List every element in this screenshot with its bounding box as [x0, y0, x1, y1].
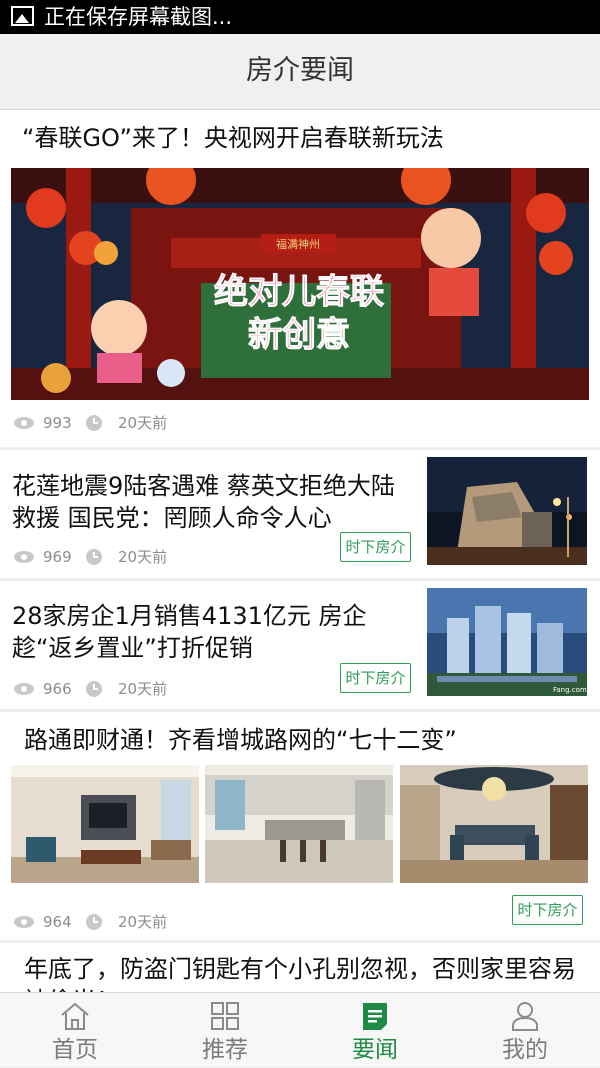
- publish-time: 20天前: [118, 548, 168, 566]
- category-tag[interactable]: 时下房介: [340, 532, 411, 562]
- bottom-tab-bar: 首页 推荐 要闻 我的: [0, 992, 600, 1067]
- news-thumbnail[interactable]: Fang.com: [427, 588, 587, 696]
- news-icon: [363, 1003, 387, 1030]
- news-thumbnail[interactable]: [11, 765, 199, 883]
- tab-home[interactable]: 首页: [0, 993, 150, 1068]
- view-count: 964: [43, 913, 72, 931]
- news-thumbnail[interactable]: [427, 457, 587, 565]
- news-meta: 993 20天前: [13, 413, 213, 433]
- news-feed[interactable]: “春联GO”来了！央视网开启春联新玩法 福满神州 绝对儿春联 新创意 993 2…: [0, 110, 600, 992]
- eye-icon: [14, 683, 34, 695]
- eye-icon: [14, 417, 34, 429]
- home-icon: [61, 1002, 89, 1030]
- news-card-5[interactable]: 年底了，防盗门钥匙有个小孔别忽视，否则家里容易被偷光！: [0, 943, 600, 992]
- tab-recommend[interactable]: 推荐: [150, 993, 300, 1068]
- banner-line2: 新创意: [248, 315, 350, 355]
- tab-label: 我的: [502, 1037, 548, 1063]
- news-card-3[interactable]: 28家房企1月销售4131亿元 房企趁“返乡置业”打折促销 Fang.com 9…: [0, 581, 600, 709]
- news-meta: 966 20天前: [13, 679, 213, 699]
- news-card-4[interactable]: 路通即财通！齐看增城路网的“七十二变” 964 20天前 时下房介: [0, 712, 600, 940]
- news-title[interactable]: “春联GO”来了！央视网开启春联新玩法: [22, 122, 582, 154]
- tab-mine[interactable]: 我的: [450, 993, 600, 1068]
- publish-time: 20天前: [118, 913, 168, 931]
- page-title: 房介要闻: [246, 55, 354, 86]
- news-meta: 969 20天前: [13, 547, 213, 567]
- view-count: 966: [43, 680, 72, 698]
- category-tag[interactable]: 时下房介: [340, 663, 411, 693]
- image-icon: [11, 6, 34, 26]
- clock-icon: [86, 415, 102, 431]
- news-title[interactable]: 路通即财通！齐看增城路网的“七十二变”: [24, 724, 584, 756]
- clock-icon: [86, 681, 102, 697]
- tab-news[interactable]: 要闻: [300, 993, 450, 1068]
- tab-label: 首页: [52, 1037, 98, 1063]
- news-card-1[interactable]: “春联GO”来了！央视网开启春联新玩法 福满神州 绝对儿春联 新创意 993 2…: [0, 110, 600, 447]
- category-tag[interactable]: 时下房介: [512, 895, 583, 925]
- clock-icon: [86, 914, 102, 930]
- banner-line1: 绝对儿春联: [214, 272, 384, 312]
- grid-icon: [211, 1002, 239, 1030]
- image-watermark: Fang.com: [553, 686, 587, 694]
- news-title[interactable]: 花莲地震9陆客遇难 蔡英文拒绝大陆救援 国民党：罔顾人命令人心: [12, 470, 412, 534]
- status-bar: 正在保存屏幕截图...: [0, 0, 600, 34]
- status-text: 正在保存屏幕截图...: [44, 5, 233, 29]
- news-title[interactable]: 年底了，防盗门钥匙有个小孔别忽视，否则家里容易被偷光！: [24, 953, 584, 992]
- view-count: 993: [43, 414, 72, 432]
- news-title[interactable]: 28家房企1月销售4131亿元 房企趁“返乡置业”打折促销: [12, 600, 412, 664]
- news-banner-image[interactable]: 福满神州 绝对儿春联 新创意: [11, 168, 589, 400]
- news-thumbnail[interactable]: [205, 765, 393, 883]
- eye-icon: [14, 916, 34, 928]
- eye-icon: [14, 551, 34, 563]
- user-icon: [512, 1002, 538, 1031]
- news-card-2[interactable]: 花莲地震9陆客遇难 蔡英文拒绝大陆救援 国民党：罔顾人命令人心 969 20天前…: [0, 450, 600, 578]
- clock-icon: [86, 549, 102, 565]
- banner-sign-text: 福满神州: [276, 237, 320, 251]
- view-count: 969: [43, 548, 72, 566]
- news-thumbnail[interactable]: [400, 765, 588, 883]
- header-bar: 房介要闻: [0, 34, 600, 110]
- tab-label: 推荐: [202, 1037, 248, 1063]
- tab-label: 要闻: [352, 1037, 398, 1063]
- publish-time: 20天前: [118, 414, 168, 432]
- publish-time: 20天前: [118, 680, 168, 698]
- news-meta: 964 20天前: [13, 912, 213, 932]
